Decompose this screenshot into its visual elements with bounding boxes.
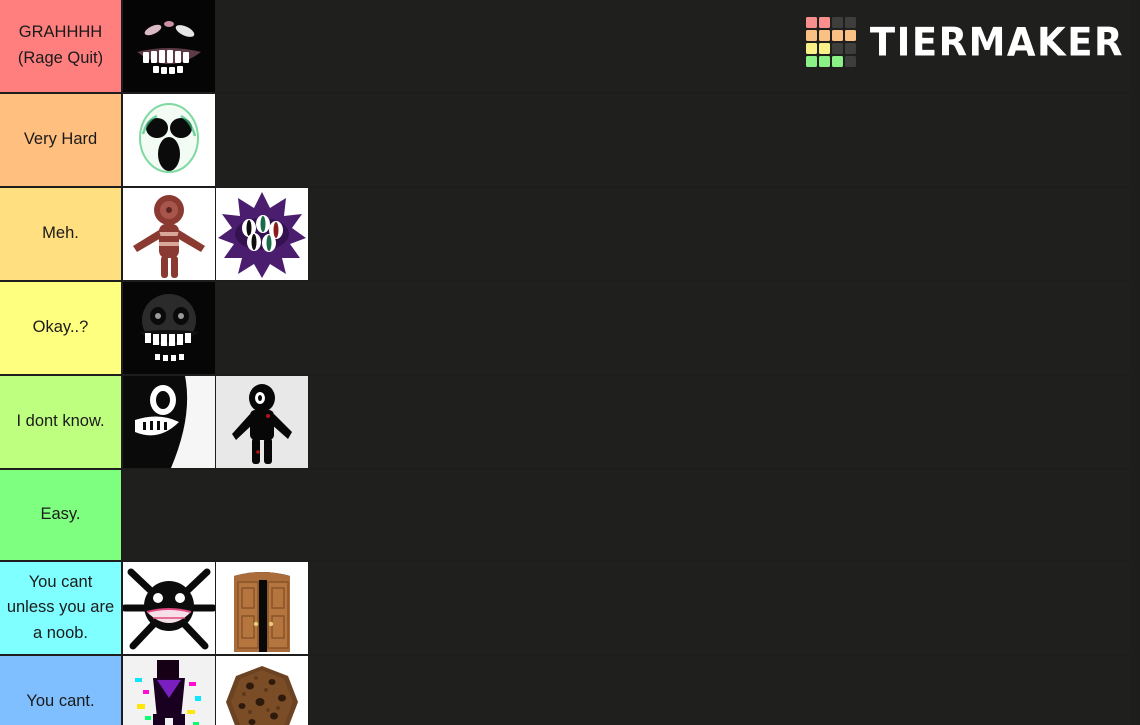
- tier-drop-zone[interactable]: [123, 188, 1131, 280]
- tier-label[interactable]: I dont know.: [0, 376, 123, 468]
- tier-label[interactable]: You cant unless you are a noob.: [0, 562, 123, 654]
- logo-cell-0-1: [818, 17, 830, 28]
- logo-cell-1-3: [844, 30, 856, 41]
- tier-label[interactable]: Easy.: [0, 470, 123, 560]
- tier-drop-zone[interactable]: [123, 376, 1131, 468]
- logo-cell-1-0: [805, 30, 817, 41]
- tier-item-wooden-door[interactable]: [216, 562, 309, 654]
- logo-cell-0-0: [805, 17, 817, 28]
- logo-cell-1-1: [818, 30, 830, 41]
- tier-row: You cant.: [0, 656, 1131, 725]
- tier-row: I dont know.: [0, 376, 1131, 470]
- logo-cell-2-1: [818, 43, 830, 54]
- tier-drop-zone[interactable]: [123, 562, 1131, 654]
- tier-label[interactable]: Okay..?: [0, 282, 123, 374]
- logo-wordmark: TIERMAKER: [869, 19, 1124, 65]
- logo-cell-2-0: [805, 43, 817, 54]
- tier-item-dark-grinning-face[interactable]: [123, 0, 216, 92]
- logo-cell-1-2: [831, 30, 843, 41]
- logo-cell-3-1: [818, 56, 830, 67]
- logo-grid-icon: [805, 17, 856, 67]
- tier-item-dark-troll-face[interactable]: [123, 282, 216, 374]
- tier-row: Meh.: [0, 188, 1131, 282]
- tiermaker-app: TIERMAKER GRAHHHH (Rage Quit) Very Hard Me…: [0, 0, 1140, 725]
- logo-cell-0-3: [844, 17, 856, 28]
- logo-cell-3-3: [844, 56, 856, 67]
- tier-item-brown-cookie-object[interactable]: [216, 656, 309, 725]
- logo-cell-3-2: [831, 56, 843, 67]
- tier-row: You cant unless you are a noob.: [0, 562, 1131, 656]
- logo-cell-3-0: [805, 56, 817, 67]
- tier-row: Okay..?: [0, 282, 1131, 376]
- tier-drop-zone[interactable]: [123, 470, 1131, 560]
- tiermaker-logo[interactable]: TIERMAKER: [805, 17, 1124, 67]
- tier-item-black-spider-creature[interactable]: [123, 562, 216, 654]
- logo-cell-2-3: [844, 43, 856, 54]
- tier-item-glitched-purple-figure[interactable]: [123, 656, 216, 725]
- tier-item-white-green-skull[interactable]: [123, 94, 216, 186]
- tier-label[interactable]: Very Hard: [0, 94, 123, 186]
- tier-list: GRAHHHH (Rage Quit) Very Hard Meh. Okay..? I…: [0, 0, 1131, 725]
- logo-cell-2-2: [831, 43, 843, 54]
- tier-drop-zone[interactable]: [123, 656, 1131, 725]
- tier-label[interactable]: GRAHHHH (Rage Quit): [0, 0, 123, 92]
- tier-row: Easy.: [0, 470, 1131, 562]
- tier-item-red-clay-figure[interactable]: [123, 188, 216, 280]
- tier-drop-zone[interactable]: [123, 94, 1131, 186]
- tier-label[interactable]: Meh.: [0, 188, 123, 280]
- tier-item-black-one-eyed-figure[interactable]: [216, 376, 309, 468]
- logo-cell-0-2: [831, 17, 843, 28]
- tier-label[interactable]: You cant.: [0, 656, 123, 725]
- tier-item-black-white-smiling-face[interactable]: [123, 376, 216, 468]
- tier-row: Very Hard: [0, 94, 1131, 188]
- tier-drop-zone[interactable]: [123, 282, 1131, 374]
- tier-item-purple-eye-cluster[interactable]: [216, 188, 309, 280]
